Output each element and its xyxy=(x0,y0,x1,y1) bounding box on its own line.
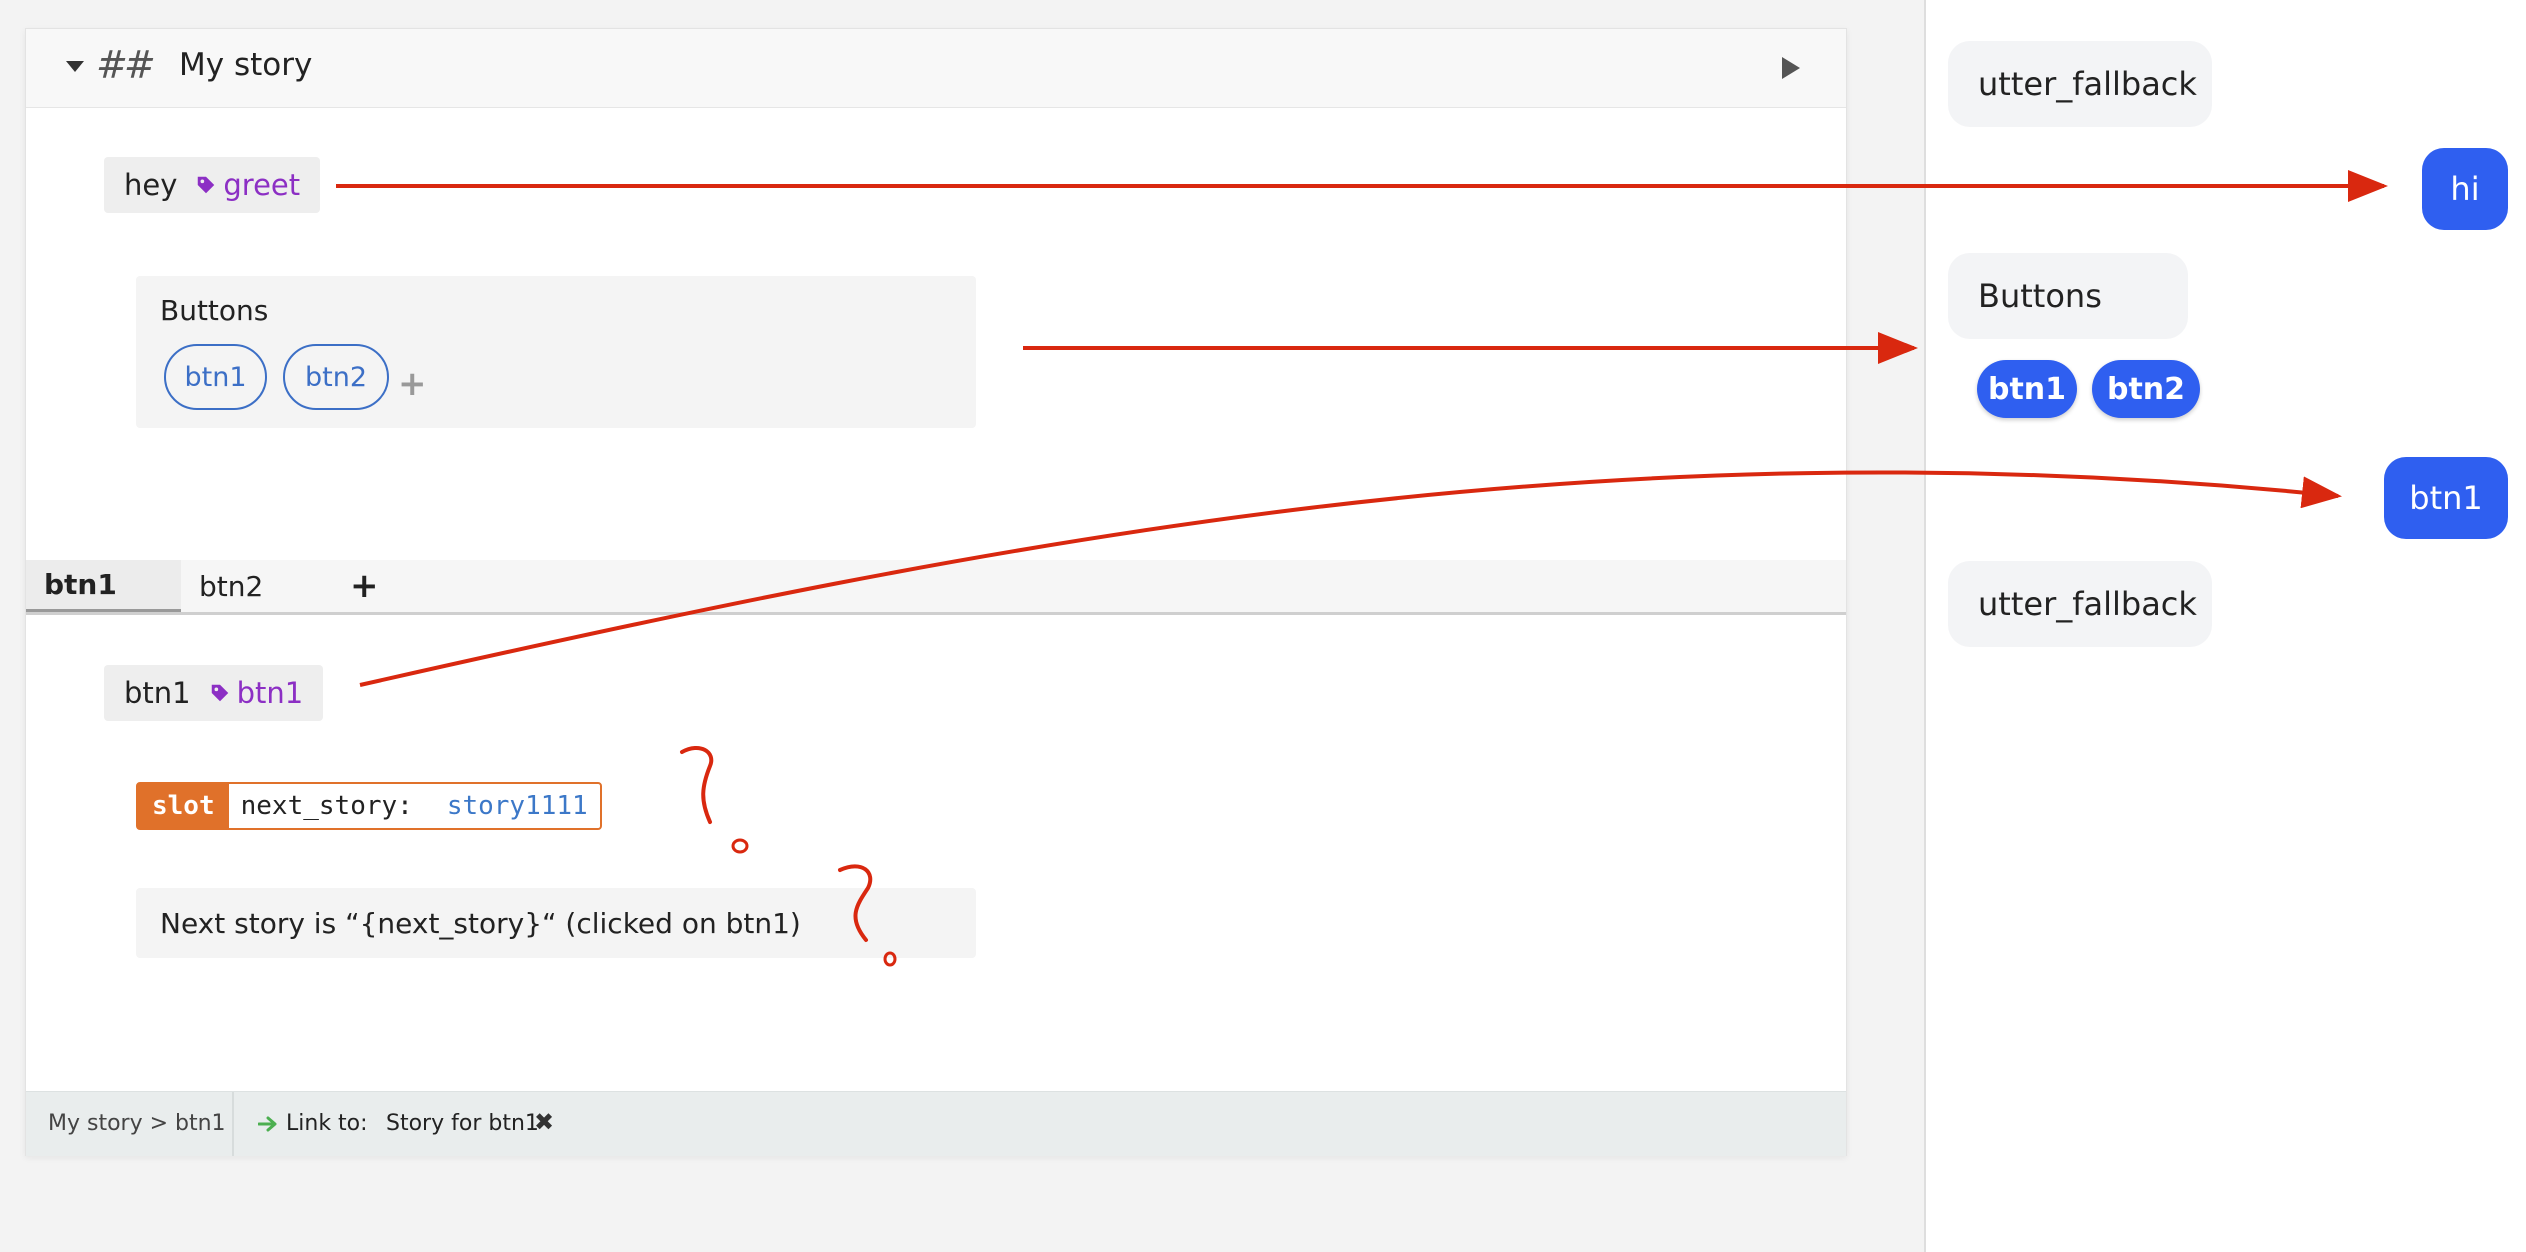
tab-btn2[interactable]: btn2 xyxy=(199,560,263,612)
button-btn1[interactable]: btn1 xyxy=(164,344,267,410)
slot-name: next_story: xyxy=(240,791,413,821)
utterance-text: btn1 xyxy=(124,676,191,710)
story-heading-marker: ## xyxy=(96,43,156,87)
utterance-text: hey xyxy=(124,168,178,202)
quick-reply-btn2[interactable]: btn2 xyxy=(2092,360,2200,418)
tag-icon xyxy=(211,684,228,702)
close-icon[interactable]: ✖ xyxy=(534,1108,554,1136)
story-footer: My story > btn1 Link to: Story for btn1 … xyxy=(26,1091,1846,1156)
link-to-label: Link to: xyxy=(286,1111,368,1136)
quick-reply-btn1[interactable]: btn1 xyxy=(1977,360,2077,418)
arrow-right-icon xyxy=(258,1116,277,1132)
footer-divider xyxy=(232,1092,234,1156)
chat-user-message: btn1 xyxy=(2384,457,2508,539)
chat-panel: utter_fallback hi Buttons btn1 btn2 btn1… xyxy=(1924,0,2526,1252)
add-branch-plus-icon[interactable]: + xyxy=(350,560,379,612)
story-header: ## My story xyxy=(26,29,1846,108)
caret-down-icon[interactable] xyxy=(66,61,84,72)
slot-value[interactable]: story1111 xyxy=(429,784,600,828)
user-utterance-btn1[interactable]: btn1 btn1 xyxy=(104,665,324,721)
bot-buttons-response[interactable]: Buttons btn1 btn2 + xyxy=(136,276,976,428)
story-editor: ## My story hey greet Buttons btn1 btn2 … xyxy=(0,0,1924,1252)
intent-label[interactable]: btn1 xyxy=(209,676,304,710)
intent-name: btn1 xyxy=(236,676,304,710)
intent-label[interactable]: greet xyxy=(195,168,300,202)
breadcrumb: My story > btn1 xyxy=(48,1111,226,1136)
story-title[interactable]: My story xyxy=(179,47,312,83)
chat-bot-message: utter_fallback xyxy=(1948,41,2212,127)
story-card: ## My story hey greet Buttons btn1 btn2 … xyxy=(25,28,1847,1156)
tag-icon xyxy=(198,176,215,194)
branch-tabs: btn1 btn2 + xyxy=(26,560,1846,615)
linked-story-select[interactable]: Story for btn1 xyxy=(386,1111,539,1136)
buttons-response-title[interactable]: Buttons xyxy=(160,294,268,327)
chat-user-message: hi xyxy=(2422,148,2508,230)
slot-badge: slot xyxy=(138,784,229,828)
button-btn2[interactable]: btn2 xyxy=(283,344,389,410)
chat-bot-message: Buttons xyxy=(1948,253,2188,339)
chat-bot-message: utter_fallback xyxy=(1948,561,2212,647)
play-icon[interactable] xyxy=(1782,57,1800,79)
bot-response-text: Next story is “{next_story}“ (clicked on… xyxy=(160,906,801,940)
intent-name: greet xyxy=(223,168,301,202)
add-button-plus-icon[interactable]: + xyxy=(398,364,427,404)
tab-btn1[interactable]: btn1 xyxy=(26,560,181,612)
bot-text-response[interactable]: Next story is “{next_story}“ (clicked on… xyxy=(136,888,976,958)
slot-action[interactable]: slot next_story: story1111 xyxy=(136,782,602,830)
user-utterance-greet[interactable]: hey greet xyxy=(104,157,321,213)
